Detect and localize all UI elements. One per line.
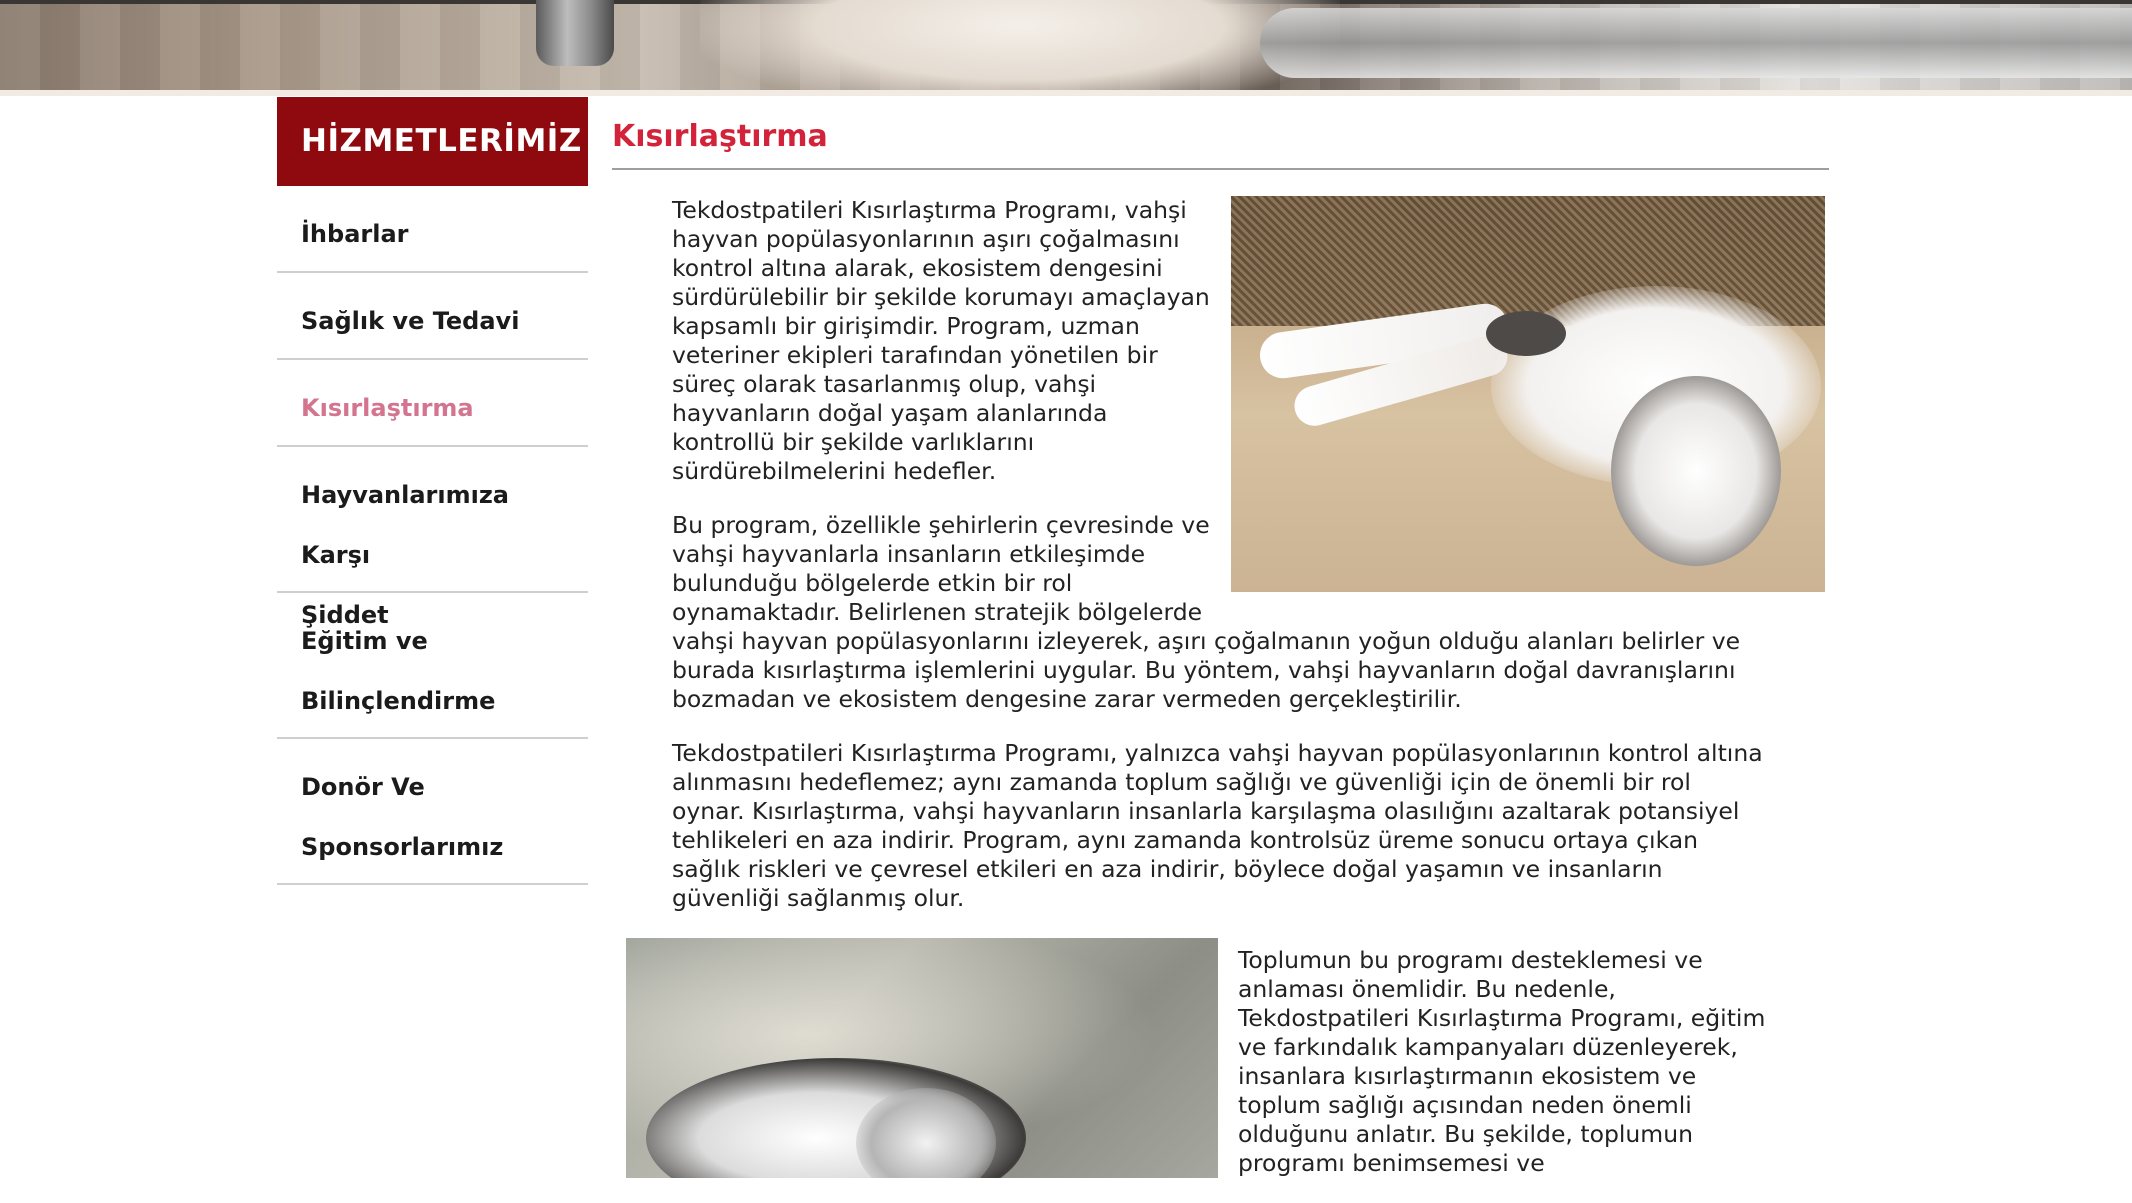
sidebar-item-label: Eğitim ve [301, 627, 428, 655]
sidebar-item-donor-ve-sponsorlarimiz[interactable]: Donör Ve Sponsorlarımız [277, 739, 588, 885]
article-body: Tekdostpatileri Kısırlaştırma Programı, … [612, 196, 1829, 1178]
paragraph: Tekdostpatileri Kısırlaştırma Programı, … [672, 739, 1763, 912]
cat-photo [1231, 196, 1825, 592]
kitten-photo [626, 938, 1218, 1178]
sidebar-item-label: Donör Ve [301, 773, 425, 801]
sidebar-item-kisirlastirma[interactable]: Kısırlaştırma [277, 360, 588, 447]
cat-head [1611, 376, 1781, 566]
sidebar-item-ihbarlar[interactable]: İhbarlar [277, 186, 588, 273]
cat-spot [1486, 311, 1566, 356]
sidebar-item-label: İhbarlar [301, 220, 409, 248]
sidebar-title: HİZMETLERİMİZ [277, 97, 588, 186]
sidebar-item-label: Hayvanlarımıza Karşı [301, 481, 509, 569]
sidebar-item-label: Kısırlaştırma [301, 394, 474, 422]
banner-cat-fur [700, 0, 1340, 90]
sidebar-item-label-line2: Bilinçlendirme [301, 687, 496, 715]
page-title: Kısırlaştırma [612, 97, 1829, 170]
sidebar-item-label-line2: Sponsorlarımız [301, 833, 504, 861]
sidebar-item-label: Sağlık ve Tedavi [301, 307, 520, 335]
services-sidebar: HİZMETLERİMİZ İhbarlar Sağlık ve Tedavi … [277, 97, 588, 885]
sidebar-item-hayvanlarimiza-karsi-siddet[interactable]: Hayvanlarımıza Karşı Şiddet [277, 447, 588, 629]
banner-bottom-strip [0, 90, 2132, 96]
banner-metal-object [1260, 8, 2132, 78]
sidebar-item-saglik-ve-tedavi[interactable]: Sağlık ve Tedavi [277, 273, 588, 360]
sidebar-item-egitim-ve-bilinclendirme[interactable]: Eğitim ve Bilinçlendirme [277, 593, 588, 739]
header-banner-image [0, 0, 2132, 90]
main-content: Kısırlaştırma Tekdostpatileri Kısırlaştı… [612, 97, 1829, 1203]
banner-chair-leg [536, 0, 614, 66]
